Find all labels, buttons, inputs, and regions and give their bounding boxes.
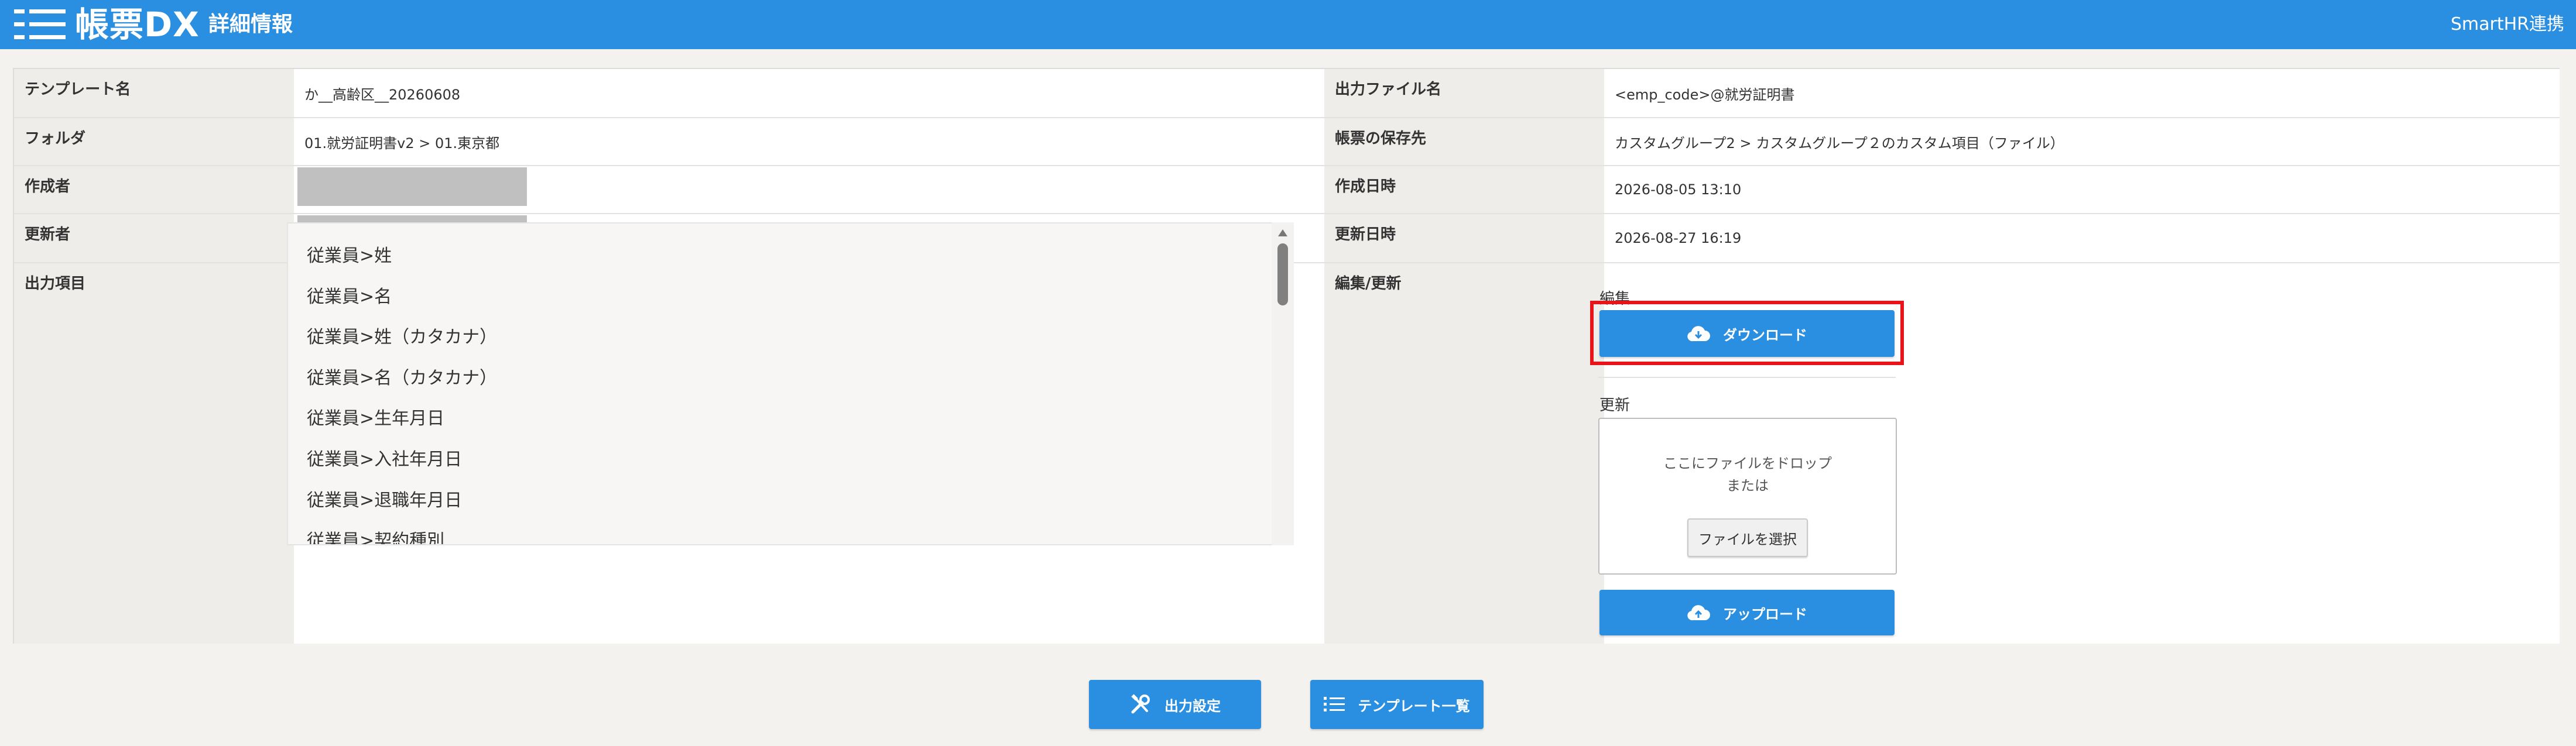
dropzone-text: ここにファイルをドロップ [1663, 455, 1832, 472]
list-item: 従業員>名（カタカナ） [307, 367, 498, 389]
section-divider [1598, 377, 1896, 378]
output-filename-value: <emp_code>@就労証明書 [1604, 69, 2560, 118]
tools-icon [1129, 693, 1152, 716]
folder-value: 01.就労証明書v2 > 01.東京都 [294, 118, 1324, 166]
page-title: 詳細情報 [208, 12, 293, 36]
app-header: 帳票DX 詳細情報 SmartHR連携 [0, 0, 2576, 49]
upload-button-label: アップロード [1723, 606, 1807, 623]
list-item: 従業員>入社年月日 [307, 449, 463, 470]
template-list-label: テンプレート一覧 [1358, 697, 1470, 714]
save-destination-label: 帳票の保存先 [1324, 118, 1604, 166]
output-items-list[interactable]: 従業員>姓 従業員>名 従業員>姓（カタカナ） 従業員>名（カタカナ） 従業員>… [287, 222, 1294, 545]
dropzone-or-text: または [1727, 477, 1769, 494]
output-items-scrollbar[interactable] [1272, 222, 1294, 545]
cloud-upload-icon [1687, 604, 1710, 621]
template-name-value: か__高齢区__20260608 [294, 69, 1324, 118]
creator-label: 作成者 [14, 166, 294, 214]
file-dropzone[interactable]: ここにファイルをドロップ または ファイルを選択 [1598, 418, 1897, 575]
update-section-label: 更新 [1599, 397, 1630, 414]
created-at-value: 2026-08-05 13:10 [1604, 166, 2560, 214]
smarthr-link[interactable]: SmartHR連携 [2451, 8, 2564, 41]
list-item: 従業員>姓 [307, 246, 392, 266]
output-filename-label: 出力ファイル名 [1324, 69, 1604, 118]
output-settings-button[interactable]: 出力設定 [1089, 680, 1261, 729]
template-list-button[interactable]: テンプレート一覧 [1310, 680, 1484, 729]
download-button[interactable]: ダウンロード [1599, 310, 1895, 357]
created-at-label: 作成日時 [1324, 166, 1604, 214]
hamburger-menu-icon[interactable] [14, 7, 66, 42]
download-button-label: ダウンロード [1723, 326, 1807, 343]
list-item: 従業員>姓（カタカナ） [307, 327, 498, 348]
app-logo[interactable]: 帳票DX [75, 4, 200, 46]
list-item: 従業員>名 [307, 286, 392, 307]
select-file-button[interactable]: ファイルを選択 [1687, 518, 1808, 557]
list-item: 従業員>生年月日 [307, 408, 445, 429]
save-destination-value: カスタムグループ2 > カスタムグループ２のカスタム項目（ファイル） [1604, 118, 2560, 166]
edit-update-label: 編集/更新 [1324, 263, 1604, 644]
updated-at-label: 更新日時 [1324, 214, 1604, 263]
upload-button[interactable]: アップロード [1599, 590, 1895, 635]
creator-redacted [297, 167, 527, 206]
cloud-download-icon [1687, 325, 1710, 342]
folder-label: フォルダ [14, 118, 294, 166]
list-item: 従業員>契約種別 [307, 531, 445, 545]
updated-at-value: 2026-08-27 16:19 [1604, 214, 2560, 263]
output-settings-label: 出力設定 [1164, 697, 1221, 714]
scroll-thumb[interactable] [1277, 243, 1288, 305]
template-name-label: テンプレート名 [14, 69, 294, 118]
list-icon [1324, 696, 1345, 713]
list-item: 従業員>退職年月日 [307, 490, 463, 511]
updater-label: 更新者 [14, 214, 294, 263]
output-items-label: 出力項目 [14, 263, 294, 644]
scroll-up-arrow-icon[interactable] [1278, 229, 1287, 236]
